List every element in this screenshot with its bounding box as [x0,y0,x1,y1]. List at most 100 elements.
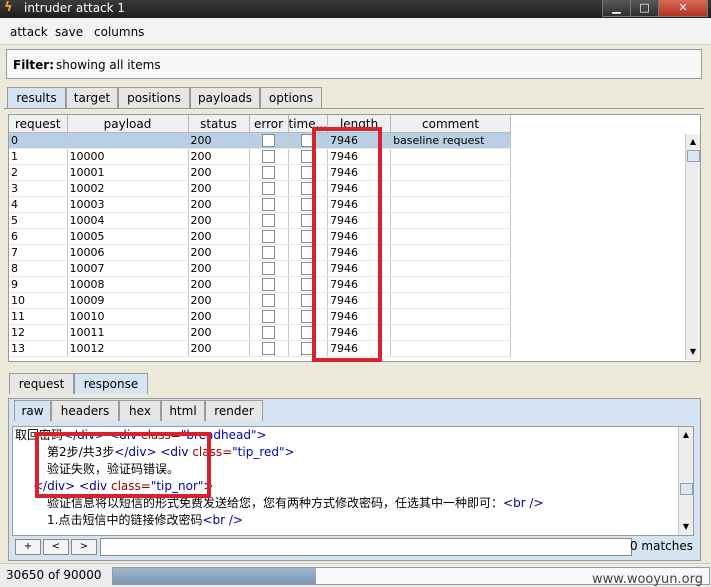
table-row[interactable]: 12 10011 200 7946 [9,324,512,341]
cell-status: 200 [188,132,250,149]
cell-comment [390,212,512,229]
tab-html[interactable]: html [161,400,205,421]
scroll-down-arrow-icon[interactable]: ▼ [679,521,693,533]
error-checkbox[interactable] [262,326,275,340]
tab-render[interactable]: render [205,400,263,421]
cell-error [249,196,289,213]
error-checkbox[interactable] [262,150,275,164]
error-checkbox[interactable] [262,278,275,292]
cell-payload [67,132,189,149]
cell-request: 9 [9,276,68,293]
table-row[interactable]: 9 10008 200 7946 [9,276,512,293]
response-scrollbar[interactable]: ▲ ▼ [678,427,693,535]
tab-headers[interactable]: headers [51,400,119,421]
error-checkbox[interactable] [262,134,275,148]
table-row[interactable]: 13 10012 200 7946 [9,340,512,357]
col-header-error[interactable]: error [249,115,289,133]
col-header-request[interactable]: request [9,115,68,133]
error-checkbox[interactable] [262,310,275,324]
cell-error [249,340,289,357]
cell-error [249,244,289,261]
cell-request: 13 [9,340,68,357]
error-checkbox[interactable] [262,214,275,228]
table-row[interactable]: 6 10005 200 7946 [9,228,512,245]
search-previous-button[interactable]: < [43,539,69,555]
cell-comment [390,148,512,165]
error-checkbox[interactable] [262,166,275,180]
error-checkbox[interactable] [262,294,275,308]
tab-request[interactable]: request [9,373,74,394]
minimize-button[interactable]: ▁ [602,0,631,17]
table-row[interactable]: 8 10007 200 7946 [9,260,512,277]
error-checkbox[interactable] [262,198,275,212]
tab-results[interactable]: results [7,87,66,108]
code-value: "tip_red" [232,445,285,459]
cell-status: 200 [188,212,250,229]
scroll-up-arrow-icon[interactable]: ▲ [686,136,700,148]
filter-bar[interactable]: Filter: showing all items [6,49,702,79]
table-row[interactable]: 0 200 7946 baseline request [9,132,512,149]
cell-payload: 10009 [67,292,189,309]
menu-save[interactable]: save [55,25,83,39]
progress-fill [113,568,316,584]
cell-request: 8 [9,260,68,277]
cell-request: 12 [9,324,68,341]
tab-raw[interactable]: raw [14,400,51,421]
search-options-button[interactable]: + [15,539,41,555]
table-header-row: request payload status error time... len… [9,115,512,133]
error-checkbox[interactable] [262,246,275,260]
cell-comment [390,292,512,309]
results-scrollbar[interactable]: ▲ ▼ [685,134,700,360]
scroll-down-arrow-icon[interactable]: ▼ [686,346,700,358]
col-header-comment[interactable]: comment [390,115,512,133]
tab-target[interactable]: target [66,87,118,108]
cell-payload: 10001 [67,164,189,181]
table-row[interactable]: 1 10000 200 7946 [9,148,512,165]
cell-request: 7 [9,244,68,261]
attack-progress-bar: www.wooyun.org [112,567,710,587]
scroll-thumb[interactable] [687,150,700,162]
table-row[interactable]: 4 10003 200 7946 [9,196,512,213]
menu-attack[interactable]: attack [10,25,48,39]
status-bar: 30650 of 90000 www.wooyun.org [0,563,711,587]
table-row[interactable]: 11 10010 200 7946 [9,308,512,325]
cell-payload: 10005 [67,228,189,245]
title-bar: ϟ intruder attack 1 ▁ □ ✕ [0,0,711,18]
cell-request: 4 [9,196,68,213]
request-progress-count: 30650 of 90000 [6,568,102,582]
col-header-payload[interactable]: payload [67,115,189,133]
tab-positions[interactable]: positions [118,87,190,108]
table-row[interactable]: 5 10004 200 7946 [9,212,512,229]
cell-request: 11 [9,308,68,325]
error-checkbox[interactable] [262,182,275,196]
close-button[interactable]: ✕ [658,0,708,17]
search-input[interactable] [100,538,632,556]
cell-status: 200 [188,276,250,293]
filter-label: Filter: [13,58,55,72]
table-row[interactable]: 3 10002 200 7946 [9,180,512,197]
cell-status: 200 [188,260,250,277]
cell-payload: 10006 [67,244,189,261]
tab-hex[interactable]: hex [119,400,161,421]
tab-payloads[interactable]: payloads [190,87,260,108]
code-tag: <br /> [503,496,544,510]
maximize-button[interactable]: □ [630,0,659,17]
table-row[interactable]: 2 10001 200 7946 [9,164,512,181]
error-checkbox[interactable] [262,230,275,244]
table-row[interactable]: 10 10009 200 7946 [9,292,512,309]
cell-error [249,132,289,149]
table-row[interactable]: 7 10006 200 7946 [9,244,512,261]
menu-columns[interactable]: columns [94,25,144,39]
tab-response[interactable]: response [74,373,148,394]
error-checkbox[interactable] [262,342,275,356]
cell-comment [390,276,512,293]
error-checkbox[interactable] [262,262,275,276]
scroll-thumb[interactable] [680,483,693,495]
scroll-up-arrow-icon[interactable]: ▲ [679,429,693,441]
col-header-status[interactable]: status [188,115,250,133]
code-tag: > [284,445,295,459]
cell-comment [390,324,512,341]
tab-options[interactable]: options [260,87,322,108]
search-next-button[interactable]: > [71,539,97,555]
cell-error [249,212,289,229]
